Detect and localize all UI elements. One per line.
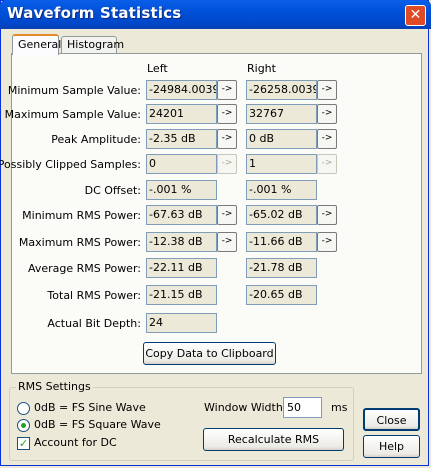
left-goto-arrow-button: -> — [217, 154, 237, 174]
row-label: Maximum RMS Power: — [18, 236, 141, 249]
right-value-field: 1 — [246, 154, 317, 174]
right-goto-arrow-button[interactable]: -> — [317, 104, 337, 124]
left-value-field: 0 — [146, 154, 217, 174]
column-header-right: Right — [247, 62, 276, 75]
left-goto-arrow-button[interactable]: -> — [217, 232, 237, 252]
right-value-field: -11.66 dB — [246, 232, 317, 252]
radio-selected-dot — [21, 423, 26, 428]
help-button[interactable]: Help — [363, 435, 420, 458]
bit-depth-label: Actual Bit Depth: — [47, 317, 141, 330]
left-value-field: 24201 — [146, 104, 217, 124]
right-goto-arrow-button[interactable]: -> — [317, 129, 337, 149]
left-goto-arrow-button[interactable]: -> — [217, 205, 237, 225]
left-value-field: -2.35 dB — [146, 129, 217, 149]
bit-depth-value: 24 — [146, 313, 217, 333]
row-label: Maximum Sample Value: — [4, 108, 141, 121]
right-value-field: 32767 — [246, 104, 317, 124]
left-goto-arrow-button[interactable]: -> — [217, 104, 237, 124]
left-value-field: -.001 % — [146, 180, 217, 200]
account-for-dc-label: Account for DC — [34, 436, 117, 449]
window-width-label: Window Width: — [204, 401, 287, 414]
right-value-field: -20.65 dB — [246, 285, 317, 305]
left-goto-arrow-button[interactable]: -> — [217, 80, 237, 100]
close-window-button[interactable]: ✕ — [405, 5, 426, 26]
row-label: Peak Amplitude: — [51, 133, 141, 146]
rms-settings-title: RMS Settings — [16, 380, 93, 393]
radio-sine-wave[interactable] — [17, 402, 30, 415]
tab-histogram-label: Histogram — [67, 38, 125, 51]
window-width-unit: ms — [331, 401, 348, 414]
right-goto-arrow-button[interactable]: -> — [317, 205, 337, 225]
right-value-field: 0 dB — [246, 129, 317, 149]
close-button[interactable]: Close — [363, 408, 420, 431]
radio-sine-wave-label: 0dB = FS Sine Wave — [34, 401, 146, 414]
title-bar[interactable]: Waveform Statistics ✕ — [0, 0, 431, 29]
radio-square-wave-label: 0dB = FS Square Wave — [34, 418, 161, 431]
right-goto-arrow-button[interactable]: -> — [317, 232, 337, 252]
tab-general-label: General — [18, 38, 62, 51]
row-label: Average RMS Power: — [27, 262, 141, 275]
right-value-field: -26258.0039 — [246, 80, 317, 100]
copy-to-clipboard-button[interactable]: Copy Data to Clipboard — [143, 342, 276, 365]
radio-square-wave[interactable] — [17, 419, 30, 432]
left-value-field: -21.15 dB — [146, 285, 217, 305]
left-goto-arrow-button[interactable]: -> — [217, 129, 237, 149]
account-for-dc-checkbox[interactable]: ✓ — [17, 437, 30, 450]
row-label: Possibly Clipped Samples: — [0, 158, 141, 171]
row-label: Total RMS Power: — [47, 289, 141, 302]
tab-histogram[interactable]: Histogram — [61, 36, 124, 54]
tab-general[interactable]: General — [12, 34, 62, 55]
window-title: Waveform Statistics — [7, 4, 182, 22]
left-value-field: -24984.0039 — [146, 80, 217, 100]
left-value-field: -22.11 dB — [146, 258, 217, 278]
close-icon: ✕ — [409, 7, 422, 23]
checkmark-icon: ✓ — [18, 437, 29, 450]
right-value-field: -65.02 dB — [246, 205, 317, 225]
left-value-field: -67.63 dB — [146, 205, 217, 225]
row-label: Minimum Sample Value: — [7, 84, 141, 97]
column-header-left: Left — [147, 62, 168, 75]
left-value-field: -12.38 dB — [146, 232, 217, 252]
right-value-field: -.001 % — [246, 180, 317, 200]
right-goto-arrow-button: -> — [317, 154, 337, 174]
row-label: DC Offset: — [84, 184, 141, 197]
window-width-input[interactable]: 50 — [283, 397, 322, 418]
recalculate-rms-button[interactable]: Recalculate RMS — [203, 428, 344, 451]
row-label: Minimum RMS Power: — [22, 209, 141, 222]
right-goto-arrow-button[interactable]: -> — [317, 80, 337, 100]
right-value-field: -21.78 dB — [246, 258, 317, 278]
